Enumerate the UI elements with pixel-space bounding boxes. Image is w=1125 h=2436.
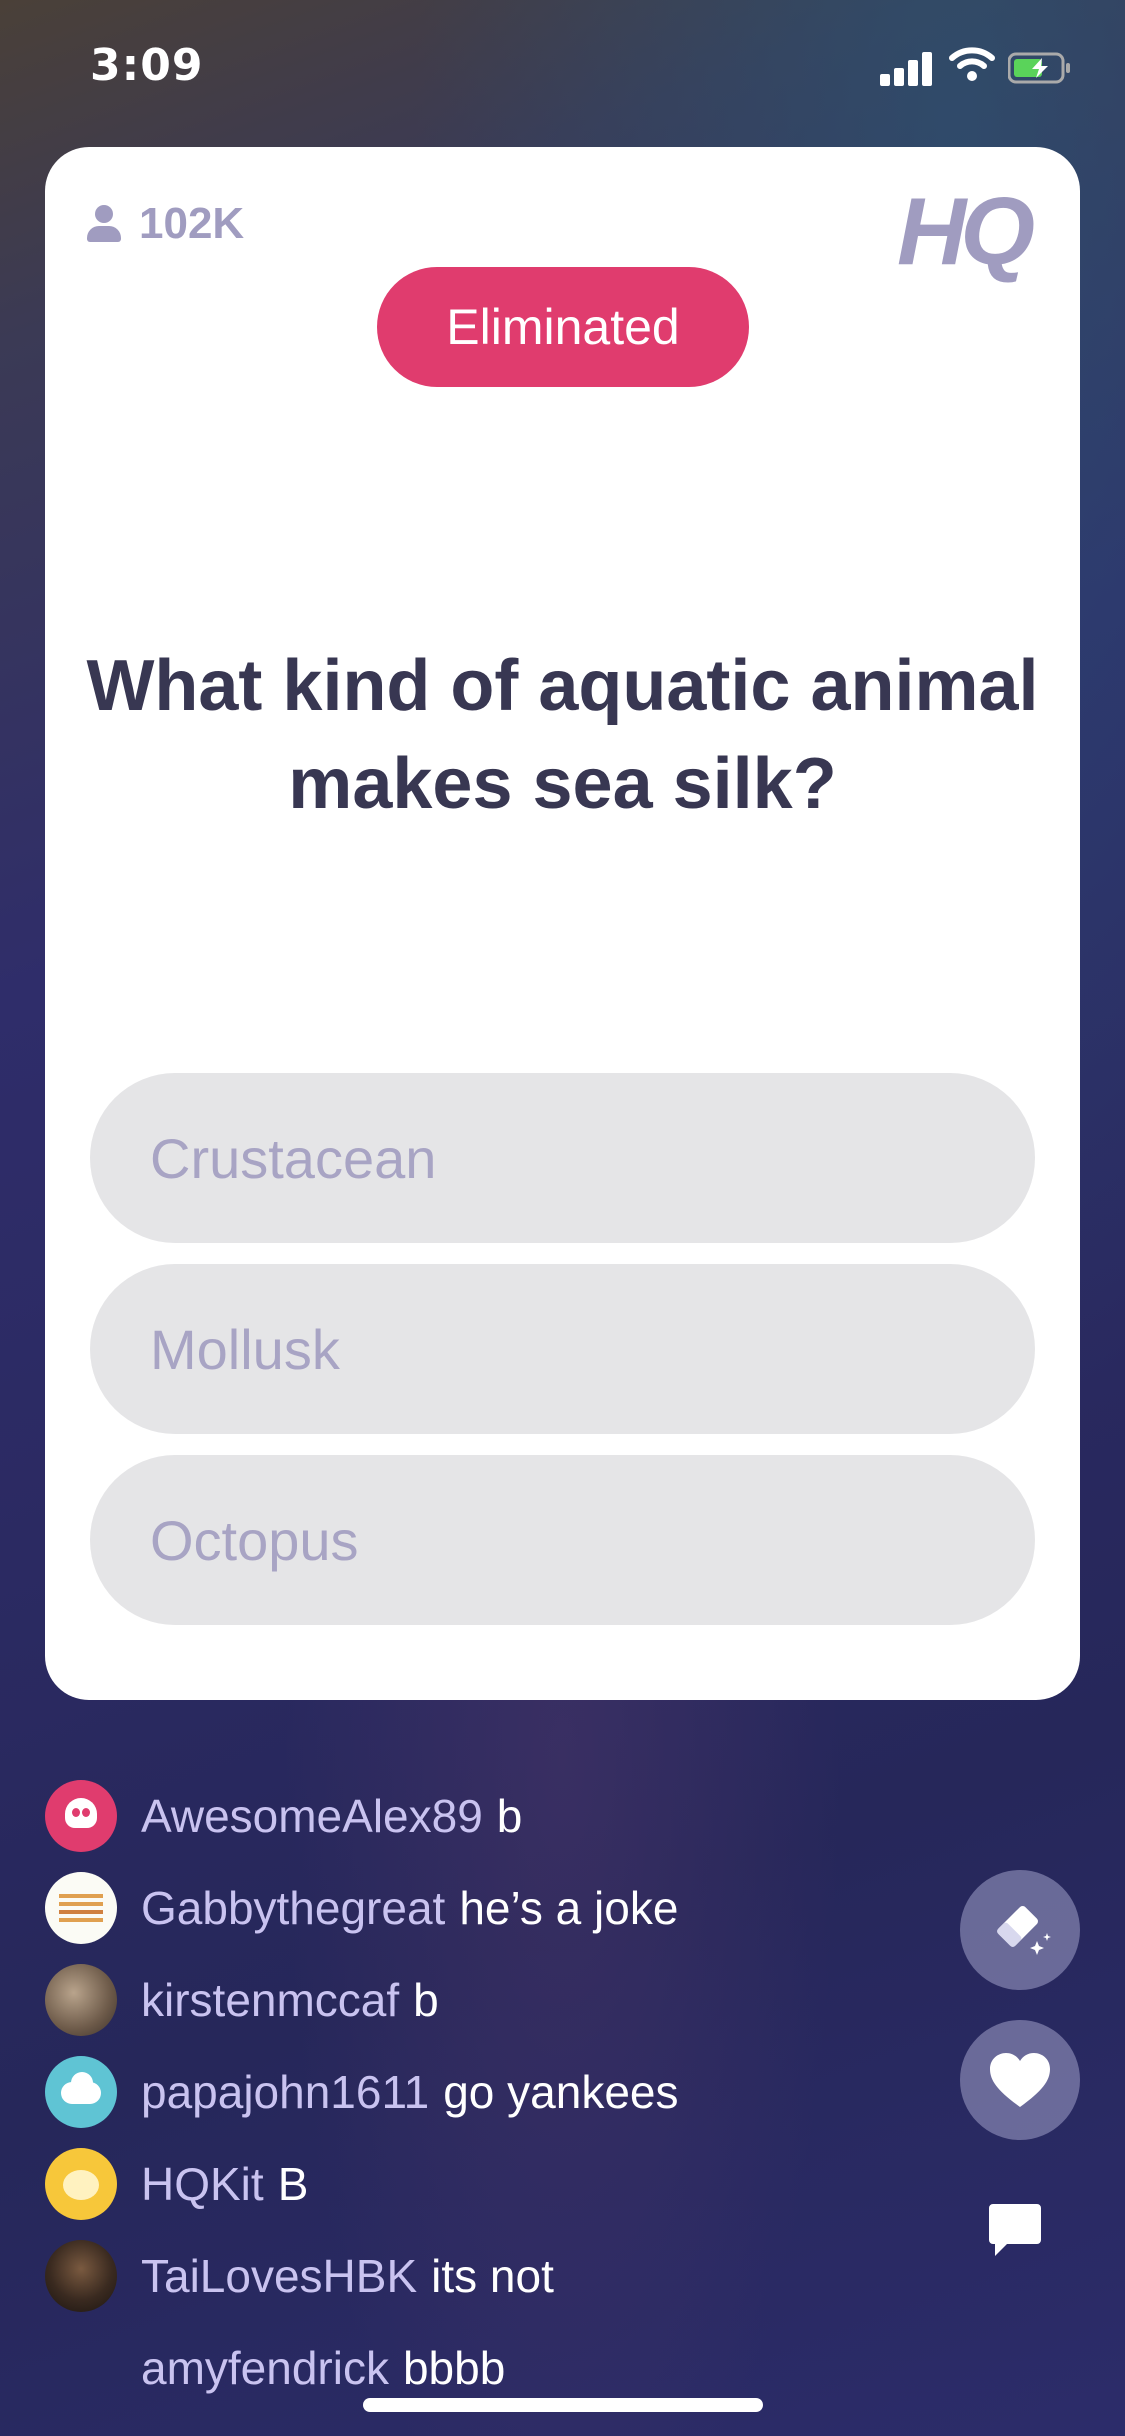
avatar[interactable] xyxy=(45,2148,117,2220)
battery-charging-icon xyxy=(1008,52,1070,84)
viewer-count: 102K xyxy=(87,199,244,249)
home-indicator[interactable] xyxy=(363,2398,763,2412)
chat-text: he’s a joke xyxy=(459,1882,679,1934)
hq-logo: HQ xyxy=(897,178,1035,285)
chat-message: papajohn1611 go yankees xyxy=(45,2046,945,2138)
heart-icon xyxy=(990,2053,1050,2107)
heart-button[interactable] xyxy=(960,2020,1080,2140)
chat-username[interactable]: kirstenmccaf xyxy=(141,1973,399,2027)
chat-text: b xyxy=(496,1790,523,1842)
chat-username[interactable]: amyfendrick xyxy=(141,2341,389,2395)
status-time: 3:09 xyxy=(90,40,204,91)
avatar xyxy=(45,2332,117,2404)
chat-text: b xyxy=(413,1974,439,2026)
eraser-button[interactable] xyxy=(960,1870,1080,1990)
answer-option[interactable]: Octopus xyxy=(90,1455,1035,1625)
avatar[interactable] xyxy=(45,1964,117,2036)
chat-username[interactable]: Gabbythegreat xyxy=(141,1881,445,1935)
wifi-icon xyxy=(949,47,995,81)
avatar[interactable] xyxy=(45,2240,117,2312)
answer-option[interactable]: Mollusk xyxy=(90,1264,1035,1434)
chat-message: Gabbythegreat he’s a joke xyxy=(45,1862,945,1954)
chat-username[interactable]: TaiLovesHBK xyxy=(141,2249,417,2303)
question-card: 102K HQ Eliminated What kind of aquatic … xyxy=(45,147,1080,1700)
chat-username[interactable]: papajohn1611 xyxy=(141,2065,429,2119)
chat-feed: AwesomeAlex89 b Gabbythegreat he’s a jok… xyxy=(45,1770,945,2414)
cellular-signal-icon xyxy=(880,50,936,86)
avatar[interactable] xyxy=(45,1780,117,1852)
eraser-icon xyxy=(997,1906,1051,1955)
avatar[interactable] xyxy=(45,1872,117,1944)
chat-message: AwesomeAlex89 b xyxy=(45,1770,945,1862)
chat-text: go yankees xyxy=(443,2066,679,2118)
chat-text: bbbb xyxy=(402,2342,506,2394)
viewer-count-label: 102K xyxy=(139,199,245,248)
chat-username[interactable]: HQKit xyxy=(141,2157,264,2211)
answer-list: Crustacean Mollusk Octopus xyxy=(90,1073,1035,1646)
person-icon xyxy=(87,205,121,243)
answer-option[interactable]: Crustacean xyxy=(90,1073,1035,1243)
chat-button[interactable] xyxy=(985,2200,1055,2270)
chat-message: kirstenmccaf b xyxy=(45,1954,945,2046)
chat-message: TaiLovesHBK its not xyxy=(45,2230,945,2322)
question-text: What kind of aquatic animal makes sea si… xyxy=(86,646,1039,824)
chat-username[interactable]: AwesomeAlex89 xyxy=(141,1789,483,1843)
status-bar: 3:09 xyxy=(0,0,1125,140)
chat-text: B xyxy=(277,2158,309,2210)
chat-message: HQKit B xyxy=(45,2138,945,2230)
chat-bubble-icon xyxy=(989,2204,1041,2256)
chat-text: its not xyxy=(431,2250,554,2302)
status-badge: Eliminated xyxy=(377,267,749,387)
avatar[interactable] xyxy=(45,2056,117,2128)
